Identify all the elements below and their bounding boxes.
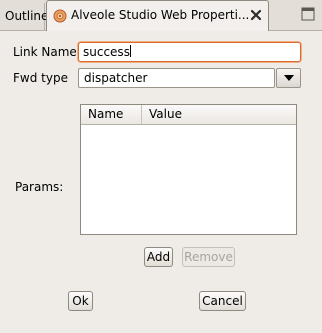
params-label: Params: — [15, 180, 64, 194]
tab-active-label: Alveole Studio Web Properti... — [71, 8, 250, 22]
fwd-type-dropdown-button[interactable] — [276, 68, 301, 88]
fwd-type-value: dispatcher — [84, 71, 148, 85]
properties-dialog: Outline Alveole Studio Web Properti... L… — [0, 0, 322, 333]
tab-outline-label: Outline — [5, 9, 49, 23]
close-icon[interactable] — [249, 7, 263, 23]
ok-button[interactable]: Ok — [68, 291, 93, 311]
cancel-button[interactable]: Cancel — [199, 291, 246, 311]
column-header-name[interactable]: Name — [81, 105, 142, 124]
text-caret — [129, 45, 131, 57]
link-name-label: Link Name — [13, 45, 77, 59]
view-tab-bar: Outline Alveole Studio Web Properti... — [0, 0, 322, 31]
column-header-value[interactable]: Value — [142, 105, 296, 124]
tab-alveole-properties[interactable]: Alveole Studio Web Properti... — [46, 0, 269, 31]
link-name-input[interactable]: success — [78, 42, 301, 62]
add-button[interactable]: Add — [144, 247, 173, 267]
fwd-type-combo[interactable]: dispatcher — [78, 68, 275, 88]
remove-button: Remove — [182, 247, 235, 267]
tab-outline[interactable]: Outline — [0, 3, 49, 31]
fwd-type-label: Fwd type — [13, 71, 68, 85]
params-table-header: Name Value — [81, 105, 296, 125]
chevron-down-icon — [284, 75, 294, 81]
params-table[interactable]: Name Value — [80, 104, 297, 235]
alveole-studio-icon — [53, 9, 67, 23]
link-name-value: success — [83, 45, 130, 59]
view-menu-icon[interactable] — [300, 6, 316, 22]
